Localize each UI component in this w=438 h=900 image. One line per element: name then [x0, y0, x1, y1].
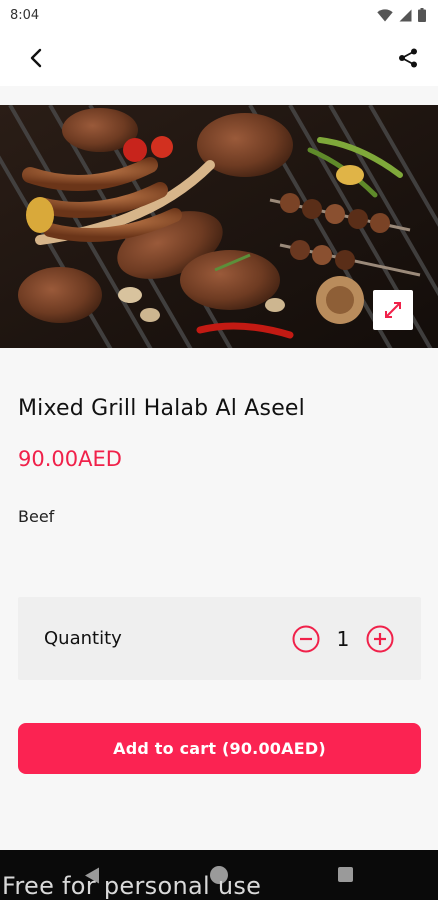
watermark-text: Free for personal use: [2, 872, 262, 900]
nav-recent-icon[interactable]: [338, 867, 353, 882]
status-icons: [377, 8, 426, 22]
product-price: 90.00AED: [18, 447, 122, 471]
signal-icon: [399, 9, 412, 22]
quantity-panel: Quantity 1: [18, 597, 421, 680]
battery-icon: [418, 8, 426, 22]
product-title: Mixed Grill Halab Al Aseel: [18, 396, 305, 421]
quantity-label: Quantity: [44, 628, 122, 649]
status-time: 8:04: [10, 7, 40, 23]
expand-icon[interactable]: [373, 290, 413, 330]
quantity-stepper: 1: [291, 624, 395, 654]
product-description: Beef: [18, 507, 55, 526]
add-to-cart-button[interactable]: Add to cart (90.00AED): [18, 723, 421, 774]
quantity-value: 1: [336, 626, 350, 651]
status-bar: 8:04: [0, 0, 438, 30]
back-arrow-icon[interactable]: [22, 44, 50, 72]
product-image: [0, 105, 438, 348]
wifi-icon: [377, 8, 393, 22]
top-toolbar: [0, 30, 438, 86]
share-icon[interactable]: [394, 44, 422, 72]
minus-circle-icon[interactable]: [291, 624, 321, 654]
plus-circle-icon[interactable]: [365, 624, 395, 654]
